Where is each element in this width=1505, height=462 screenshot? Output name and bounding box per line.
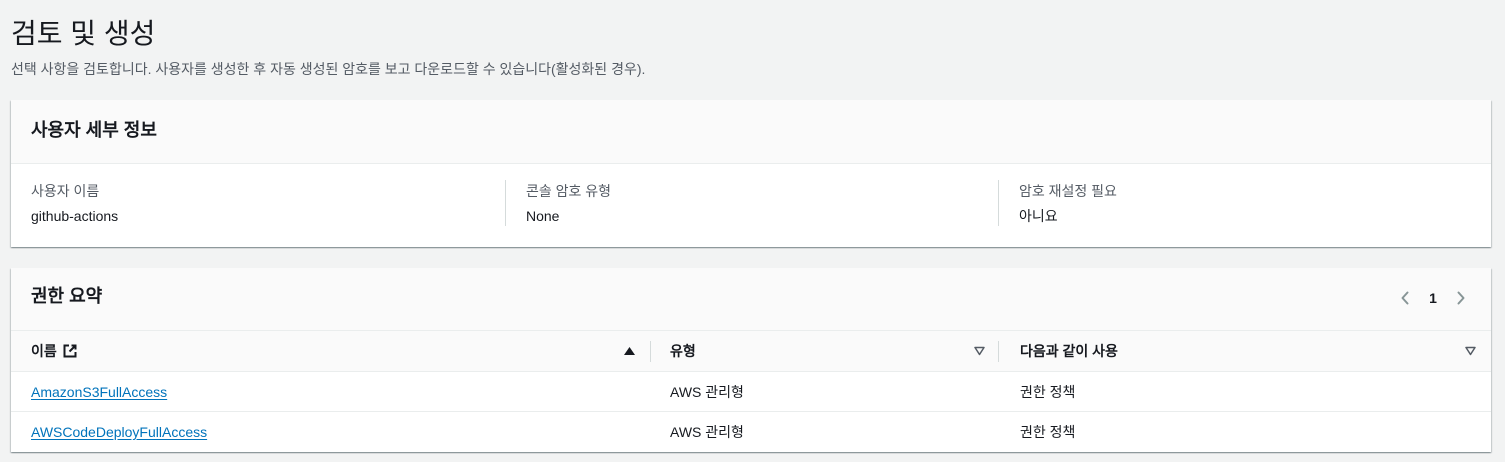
permissions-summary-panel: 권한 요약 1 이름 유형 다음과 같이 사용 AmazonS3FullAcce… (11, 268, 1491, 452)
detail-value: github-actions (31, 208, 119, 224)
detail-label: 암호 재설정 필요 (1019, 183, 1117, 199)
user-details-panel: 사용자 세부 정보 사용자 이름 github-actions 콘솔 암호 유형… (11, 100, 1491, 247)
sort-icon[interactable] (1465, 346, 1476, 356)
permissions-summary-heading: 권한 요약 (31, 286, 103, 306)
page-description: 선택 사항을 검토합니다. 사용자를 생성한 후 자동 생성된 암호를 보고 다… (11, 61, 646, 77)
column-header-type[interactable]: 유형 (650, 331, 998, 371)
table-row: AmazonS3FullAccess AWS 관리형 권한 정책 (11, 372, 1491, 412)
policy-name-cell: AWSCodeDeployFullAccess (11, 412, 650, 452)
detail-password-reset-required: 암호 재설정 필요 아니요 (998, 180, 1471, 226)
chevron-right-icon[interactable] (1447, 284, 1475, 312)
column-label: 이름 (31, 343, 57, 359)
table-row: AWSCodeDeployFullAccess AWS 관리형 권한 정책 (11, 412, 1491, 452)
detail-label: 사용자 이름 (31, 183, 100, 199)
column-label: 다음과 같이 사용 (1020, 343, 1118, 359)
user-details-heading: 사용자 세부 정보 (31, 119, 157, 140)
column-header-name[interactable]: 이름 (11, 331, 650, 371)
page-title: 검토 및 생성 (11, 18, 156, 49)
detail-value: None (526, 208, 560, 224)
pagination: 1 (1391, 284, 1475, 312)
policy-used-as-cell: 권한 정책 (1020, 383, 1076, 400)
chevron-left-icon[interactable] (1391, 284, 1419, 312)
detail-value: 아니요 (1019, 208, 1058, 224)
detail-user-name: 사용자 이름 github-actions (31, 180, 505, 226)
policy-type-cell: AWS 관리형 (670, 383, 744, 400)
permissions-table: 이름 유형 다음과 같이 사용 AmazonS3FullAccess AWS 관… (11, 331, 1491, 452)
column-label: 유형 (670, 343, 696, 359)
policy-name-cell: AmazonS3FullAccess (11, 372, 650, 411)
external-link-icon[interactable] (63, 344, 77, 358)
detail-console-password-type: 콘솔 암호 유형 None (505, 180, 998, 226)
column-header-used-as[interactable]: 다음과 같이 사용 (998, 331, 1491, 371)
detail-label: 콘솔 암호 유형 (526, 183, 612, 199)
policy-name-link[interactable]: AWSCodeDeployFullAccess (31, 422, 207, 442)
policy-name-link[interactable]: AmazonS3FullAccess (31, 382, 167, 402)
permissions-summary-header: 권한 요약 1 (11, 268, 1491, 331)
page-number-button[interactable]: 1 (1419, 284, 1447, 312)
user-details-header: 사용자 세부 정보 (11, 100, 1491, 164)
policy-type-cell: AWS 관리형 (670, 424, 744, 440)
sort-icon[interactable] (974, 346, 985, 356)
sort-ascending-icon[interactable] (624, 347, 635, 355)
user-details-fields: 사용자 이름 github-actions 콘솔 암호 유형 None 암호 재… (11, 164, 1491, 226)
policy-used-as-cell: 권한 정책 (1020, 424, 1076, 440)
table-header-row: 이름 유형 다음과 같이 사용 (11, 331, 1491, 372)
